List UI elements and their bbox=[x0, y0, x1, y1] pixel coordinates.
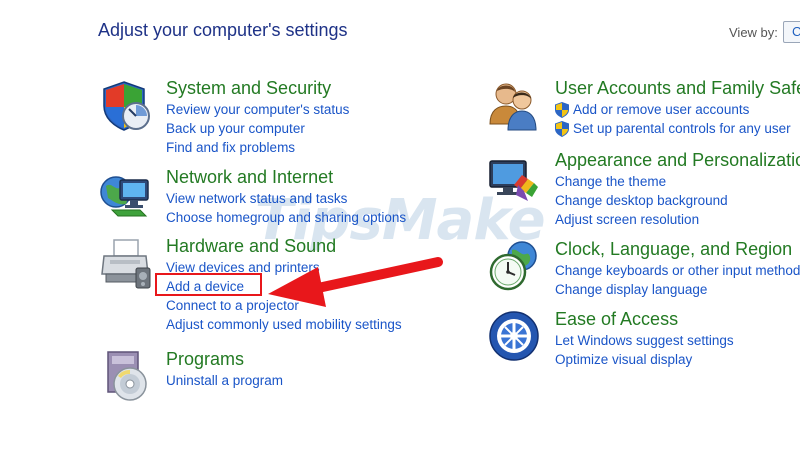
annotation-arrow-icon bbox=[268, 257, 443, 307]
